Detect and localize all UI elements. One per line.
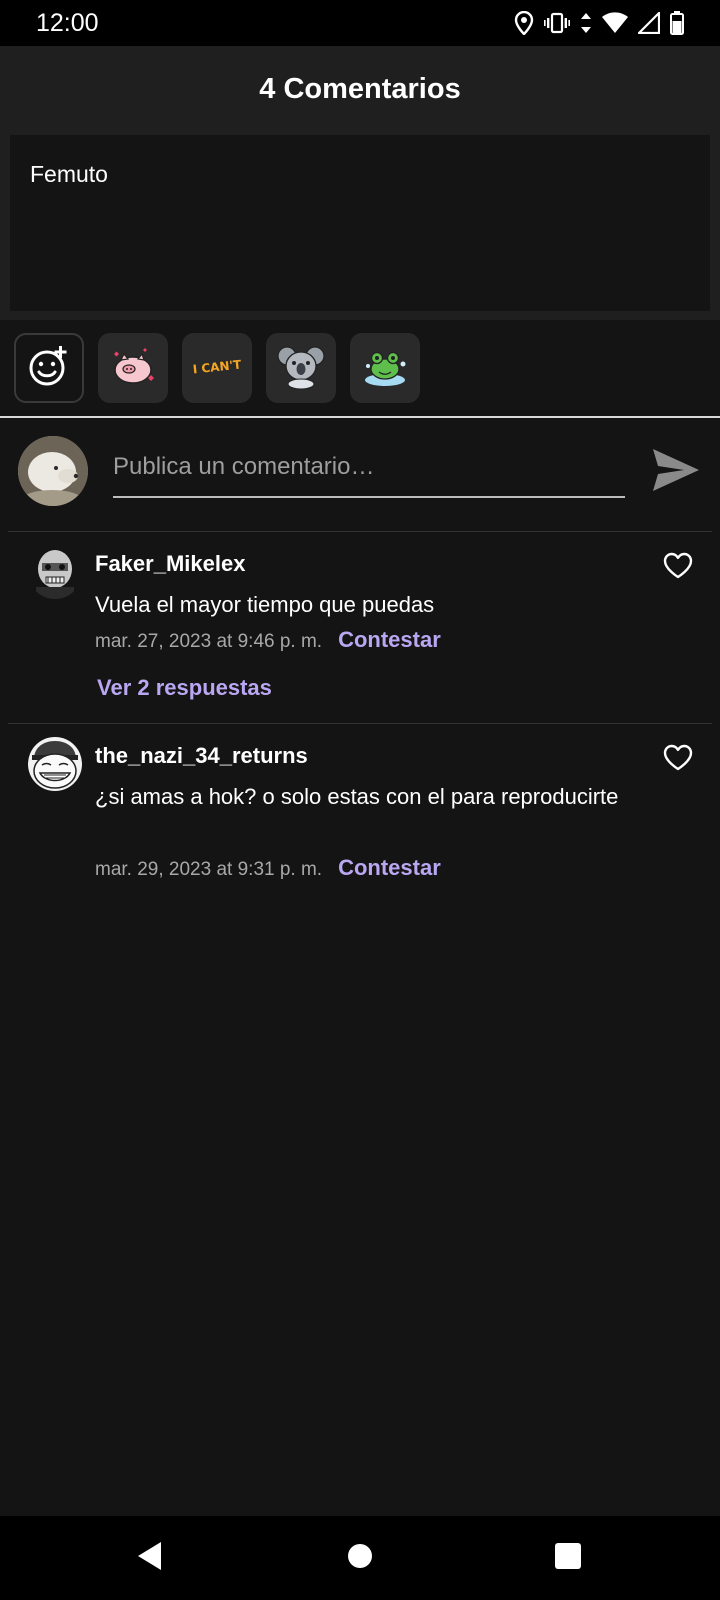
pig-sticker-icon bbox=[107, 342, 159, 395]
comment-item: Faker_Mikelex Vuela el mayor tiempo que … bbox=[0, 531, 720, 723]
comment-timestamp: mar. 27, 2023 at 9:46 p. m. bbox=[95, 631, 323, 652]
comment-meta: mar. 27, 2023 at 9:46 p. m. Contestar bbox=[95, 627, 441, 653]
comment-composer bbox=[0, 418, 720, 530]
sticker-row: I CAN'T bbox=[0, 320, 720, 416]
i-cant-sticker-icon: I CAN'T bbox=[187, 351, 247, 386]
i-cant-sticker-button[interactable]: I CAN'T bbox=[182, 333, 252, 403]
frog-sticker-icon bbox=[359, 342, 411, 395]
emoji-add-icon bbox=[27, 344, 71, 393]
wifi-icon bbox=[602, 12, 628, 34]
post-text: Femuto bbox=[30, 161, 108, 187]
comment-item: the_nazi_34_returns ¿si amas a hok? o so… bbox=[0, 723, 720, 903]
comments-header: 4 Comentarios bbox=[0, 46, 720, 132]
vibrate-icon bbox=[544, 12, 570, 34]
like-button[interactable] bbox=[662, 744, 694, 776]
battery-icon bbox=[670, 11, 684, 35]
svg-text:I CAN'T: I CAN'T bbox=[192, 357, 243, 376]
heart-icon bbox=[663, 552, 693, 584]
comment-text: Vuela el mayor tiempo que puedas bbox=[95, 592, 435, 617]
pig-sticker-button[interactable] bbox=[98, 333, 168, 403]
data-arrows-icon bbox=[580, 12, 592, 34]
home-circle-icon bbox=[346, 1542, 374, 1575]
frog-sticker-button[interactable] bbox=[350, 333, 420, 403]
status-time: 12:00 bbox=[36, 8, 99, 37]
add-emoji-button[interactable] bbox=[14, 333, 84, 403]
navigation-bar bbox=[0, 1516, 720, 1600]
status-icons bbox=[514, 11, 684, 35]
recents-square-icon bbox=[554, 1542, 582, 1575]
recents-button[interactable] bbox=[550, 1540, 586, 1576]
comment-text: ¿si amas a hok? o solo estas con el para… bbox=[95, 784, 619, 809]
back-triangle-icon bbox=[135, 1540, 165, 1577]
user-avatar bbox=[18, 436, 88, 506]
home-button[interactable] bbox=[342, 1540, 378, 1576]
status-bar: 12:00 bbox=[0, 0, 720, 46]
comment-timestamp: mar. 29, 2023 at 9:31 p. m. bbox=[95, 859, 323, 880]
reply-button[interactable]: Contestar bbox=[338, 627, 441, 653]
back-button[interactable] bbox=[132, 1540, 168, 1576]
heart-icon bbox=[663, 744, 693, 776]
page-title: 4 Comentarios bbox=[259, 72, 461, 105]
send-button[interactable] bbox=[648, 446, 704, 498]
signal-icon bbox=[638, 12, 660, 34]
send-icon bbox=[651, 447, 701, 498]
comment-input[interactable] bbox=[113, 438, 625, 498]
commenter-avatar bbox=[28, 545, 82, 599]
commenter-username[interactable]: the_nazi_34_returns bbox=[95, 743, 308, 769]
view-replies-link[interactable]: Ver 2 respuestas bbox=[97, 675, 272, 701]
koala-sticker-icon bbox=[275, 342, 327, 395]
post-content: Femuto bbox=[10, 135, 710, 311]
comment-meta: mar. 29, 2023 at 9:31 p. m. Contestar bbox=[95, 855, 441, 881]
koala-sticker-button[interactable] bbox=[266, 333, 336, 403]
location-icon bbox=[514, 11, 534, 35]
reply-button[interactable]: Contestar bbox=[338, 855, 441, 881]
like-button[interactable] bbox=[662, 552, 694, 584]
commenter-username[interactable]: Faker_Mikelex bbox=[95, 551, 245, 577]
post-area: Femuto bbox=[0, 132, 720, 320]
commenter-avatar bbox=[28, 737, 82, 791]
